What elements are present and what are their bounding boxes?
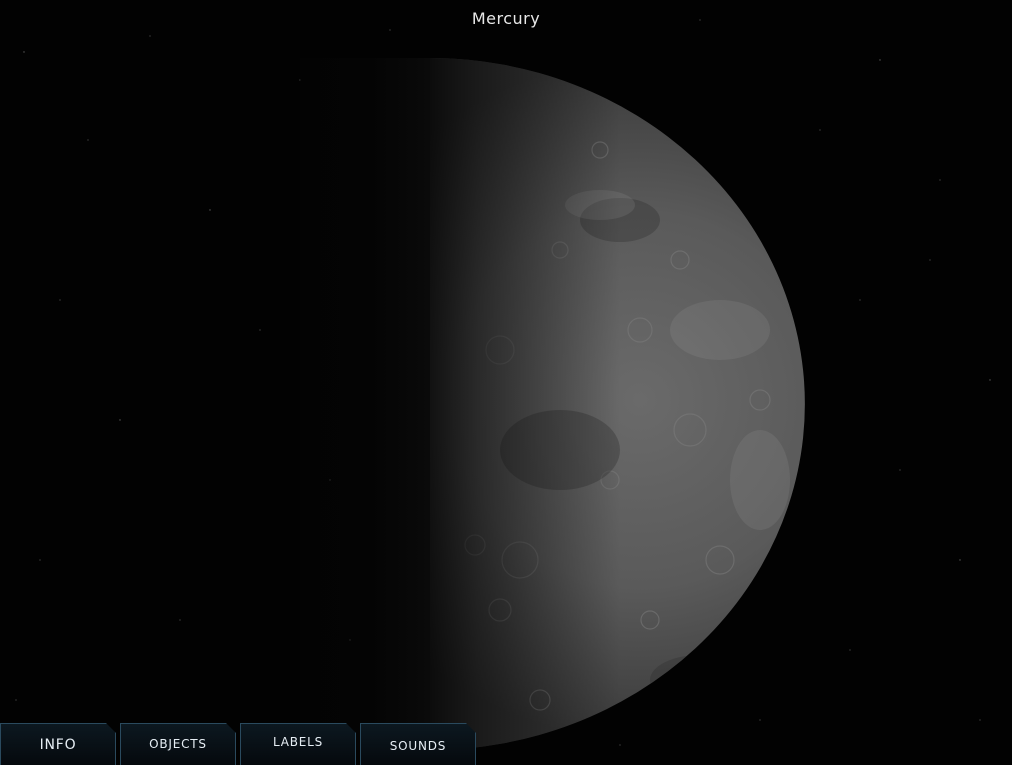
tab-sounds-label: SOUNDS — [389, 739, 447, 753]
tab-info[interactable]: INFO — [0, 723, 116, 765]
mercury-planet-image[interactable] — [0, 0, 1012, 765]
bottom-toolbar: INFO OBJECTS LABELS SOUNDS — [0, 721, 480, 765]
space-viewport[interactable]: Mercury INFO OBJECTS LABELS SOUNDS — [0, 0, 1012, 765]
tab-objects[interactable]: OBJECTS — [120, 723, 236, 765]
planet-title: Mercury — [471, 9, 541, 28]
tab-sounds[interactable]: SOUNDS — [360, 723, 476, 765]
tab-objects-label: OBJECTS — [149, 737, 207, 751]
tab-labels-label: LABELS — [272, 735, 324, 749]
tab-labels[interactable]: LABELS — [240, 723, 356, 765]
tab-info-label: INFO — [39, 737, 77, 753]
